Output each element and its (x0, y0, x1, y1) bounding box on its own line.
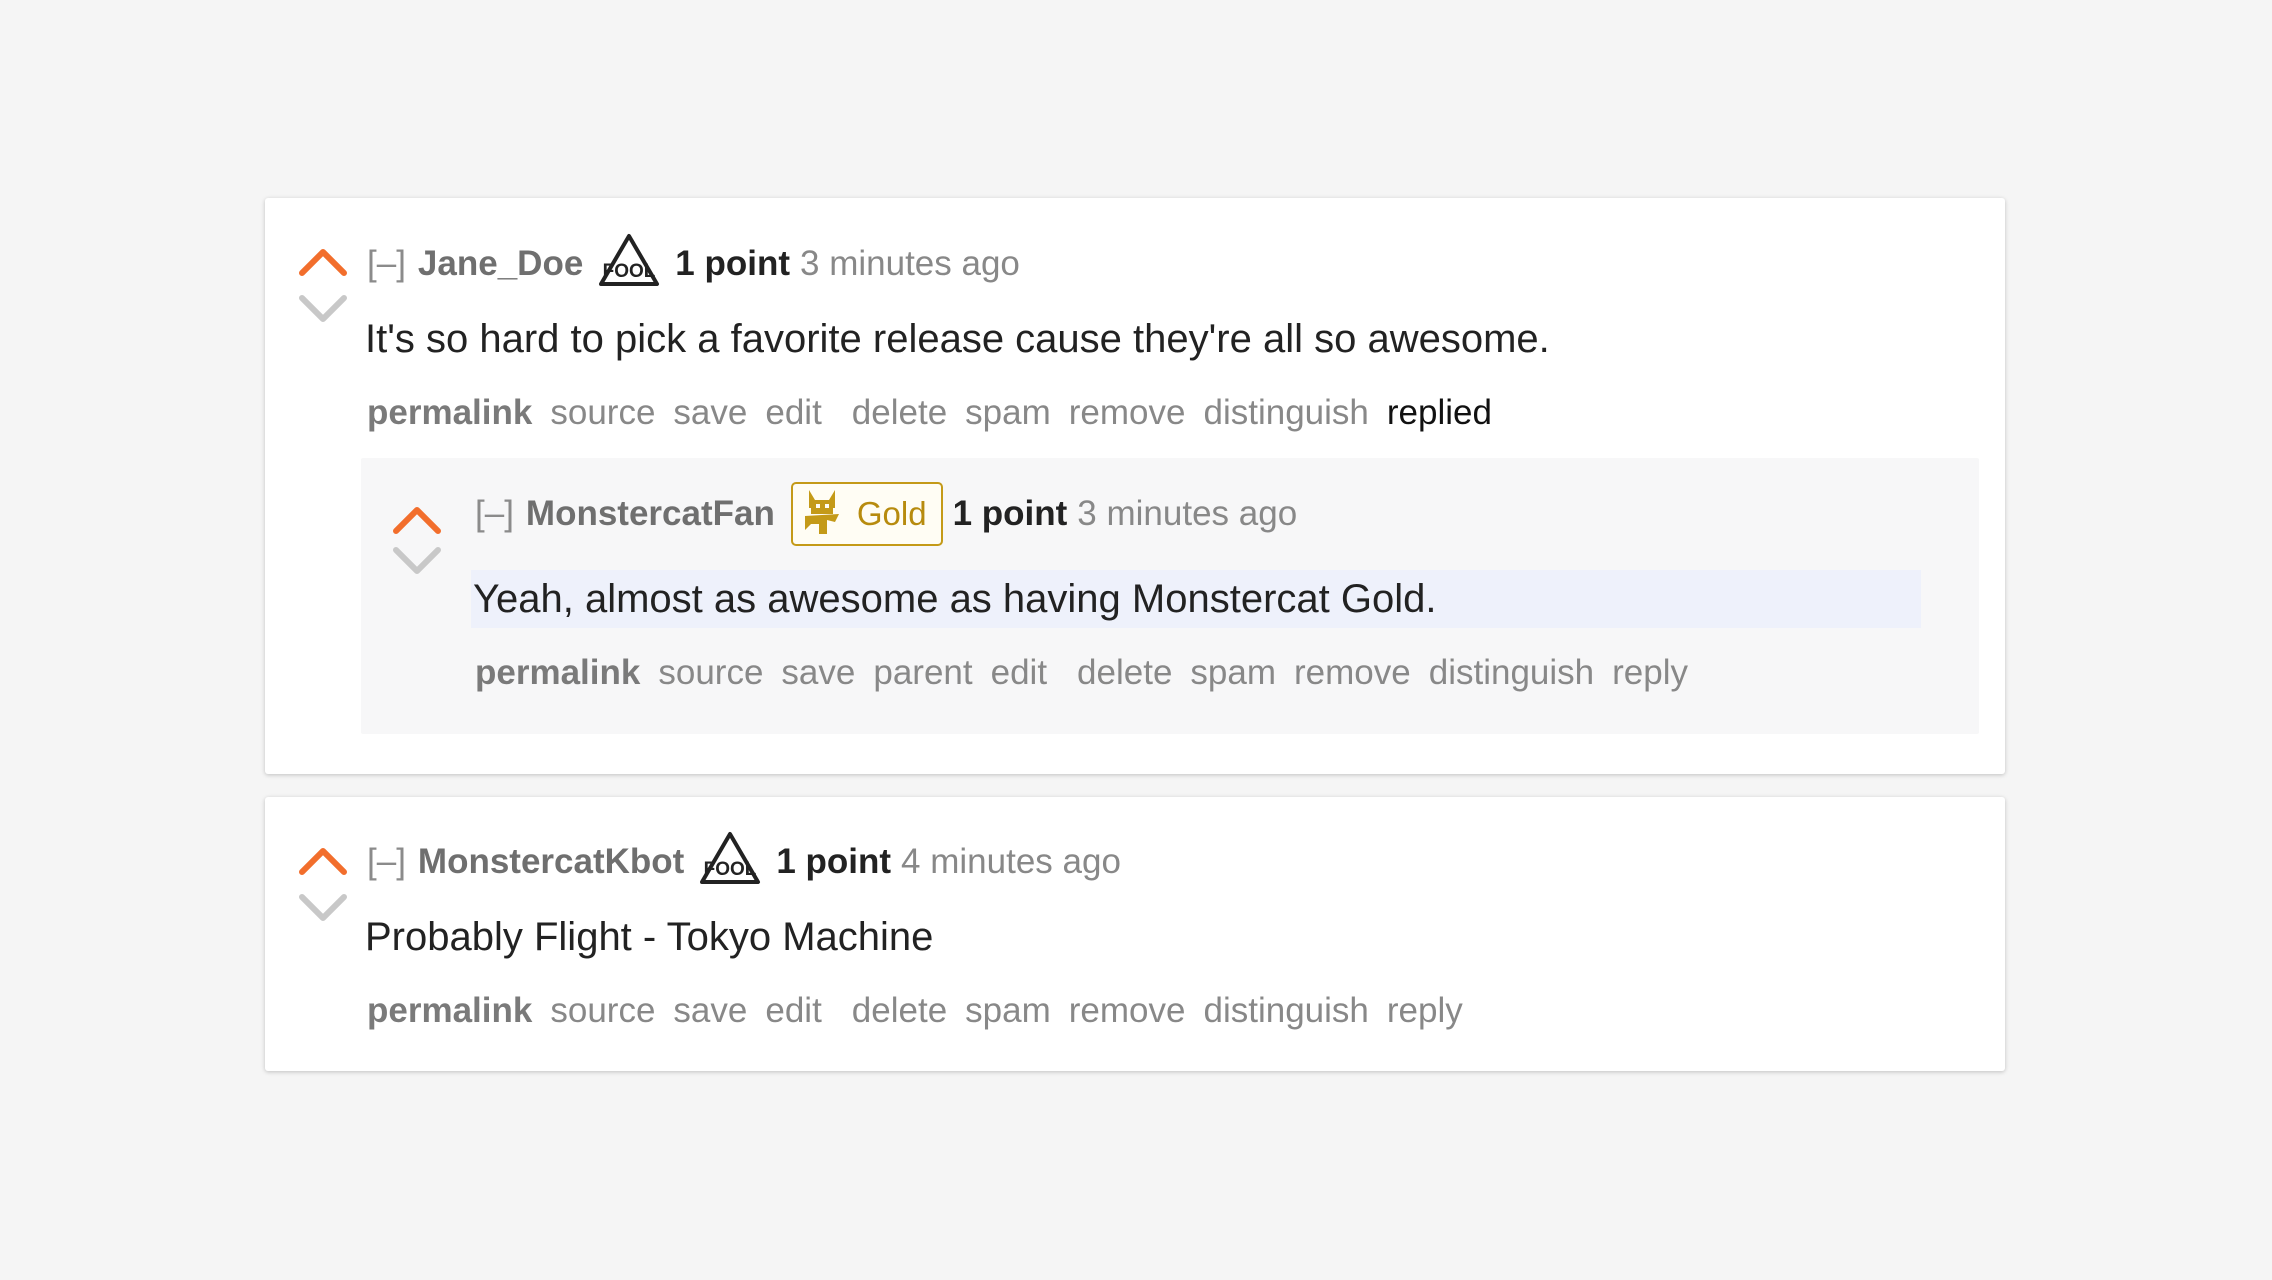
distinguish-link[interactable]: distinguish (1203, 393, 1368, 433)
score: 1 point (952, 494, 1068, 533)
collapse-toggle[interactable]: [–] (475, 494, 514, 534)
timestamp: 3 minutes ago (800, 244, 1020, 283)
spam-link[interactable]: spam (965, 991, 1051, 1031)
reply-container: [–] MonstercatFan Gold 1 point 3 minutes… (361, 458, 1979, 734)
upvote-arrow-icon[interactable] (391, 498, 443, 538)
vote-column (297, 240, 349, 330)
remove-link[interactable]: remove (1069, 393, 1186, 433)
comment-body: It's so hard to pick a favorite release … (365, 317, 1550, 361)
delete-link[interactable]: delete (1077, 653, 1172, 693)
source-link[interactable]: source (550, 393, 655, 433)
score: 1 point (675, 244, 791, 283)
reply-link[interactable]: reply (1612, 653, 1688, 693)
vote-column (297, 839, 349, 929)
reply-link[interactable]: reply (1387, 991, 1463, 1031)
comment-tagline: [–] MonstercatFan Gold 1 point 3 minutes… (475, 480, 1297, 548)
author-link[interactable]: Jane_Doe (418, 244, 583, 284)
delete-link[interactable]: delete (852, 393, 947, 433)
permalink-link[interactable]: permalink (367, 393, 532, 433)
author-link[interactable]: MonstercatKbot (418, 842, 684, 882)
save-link[interactable]: save (781, 653, 855, 693)
monstercat-gold-icon (801, 484, 843, 544)
spam-link[interactable]: spam (1190, 653, 1276, 693)
gold-label: Gold (856, 495, 927, 532)
remove-link[interactable]: remove (1069, 991, 1186, 1031)
triangle-fool-flair-icon: FOOL (698, 830, 762, 895)
comment-buttons: permalink source save edit delete spam r… (367, 988, 1481, 1034)
svg-text:FOOL: FOOL (704, 859, 757, 880)
comment-buttons: permalink source save edit delete spam r… (367, 390, 1510, 436)
comment-card: [–] Jane_Doe FOOL 1 point 3 minutes ago … (265, 198, 2005, 774)
gold-badge: Gold (790, 482, 943, 546)
svg-text:FOOL: FOOL (603, 261, 656, 282)
spam-link[interactable]: spam (965, 393, 1051, 433)
replied-link[interactable]: replied (1387, 393, 1492, 433)
collapse-toggle[interactable]: [–] (367, 244, 406, 284)
save-link[interactable]: save (673, 393, 747, 433)
author-link[interactable]: MonstercatFan (526, 494, 775, 534)
collapse-toggle[interactable]: [–] (367, 842, 406, 882)
upvote-arrow-icon[interactable] (297, 839, 349, 879)
distinguish-link[interactable]: distinguish (1203, 991, 1368, 1031)
comment-buttons: permalink source save parent edit delete… (475, 650, 1706, 696)
save-link[interactable]: save (673, 991, 747, 1031)
distinguish-link[interactable]: distinguish (1429, 653, 1594, 693)
comment-tagline: [–] MonstercatKbot FOOL 1 point 4 minute… (367, 831, 1121, 886)
remove-link[interactable]: remove (1294, 653, 1411, 693)
downvote-arrow-icon[interactable] (297, 290, 349, 330)
downvote-arrow-icon[interactable] (391, 542, 443, 582)
vote-column (391, 498, 443, 582)
score: 1 point (776, 842, 892, 881)
source-link[interactable]: source (658, 653, 763, 693)
comment-tagline: [–] Jane_Doe FOOL 1 point 3 minutes ago (367, 233, 1020, 288)
permalink-link[interactable]: permalink (475, 653, 640, 693)
edit-link[interactable]: edit (765, 991, 821, 1031)
delete-link[interactable]: delete (852, 991, 947, 1031)
downvote-arrow-icon[interactable] (297, 889, 349, 929)
triangle-fool-flair-icon: FOOL (597, 232, 661, 297)
timestamp: 3 minutes ago (1077, 494, 1298, 533)
edit-link[interactable]: edit (765, 393, 821, 433)
source-link[interactable]: source (550, 991, 655, 1031)
timestamp: 4 minutes ago (901, 842, 1121, 881)
edit-link[interactable]: edit (991, 653, 1047, 693)
permalink-link[interactable]: permalink (367, 991, 532, 1031)
upvote-arrow-icon[interactable] (297, 240, 349, 280)
comment-body: Probably Flight - Tokyo Machine (365, 915, 934, 959)
parent-link[interactable]: parent (873, 653, 972, 693)
comment-card: [–] MonstercatKbot FOOL 1 point 4 minute… (265, 797, 2005, 1071)
comment-body: Yeah, almost as awesome as having Monste… (473, 577, 1437, 621)
